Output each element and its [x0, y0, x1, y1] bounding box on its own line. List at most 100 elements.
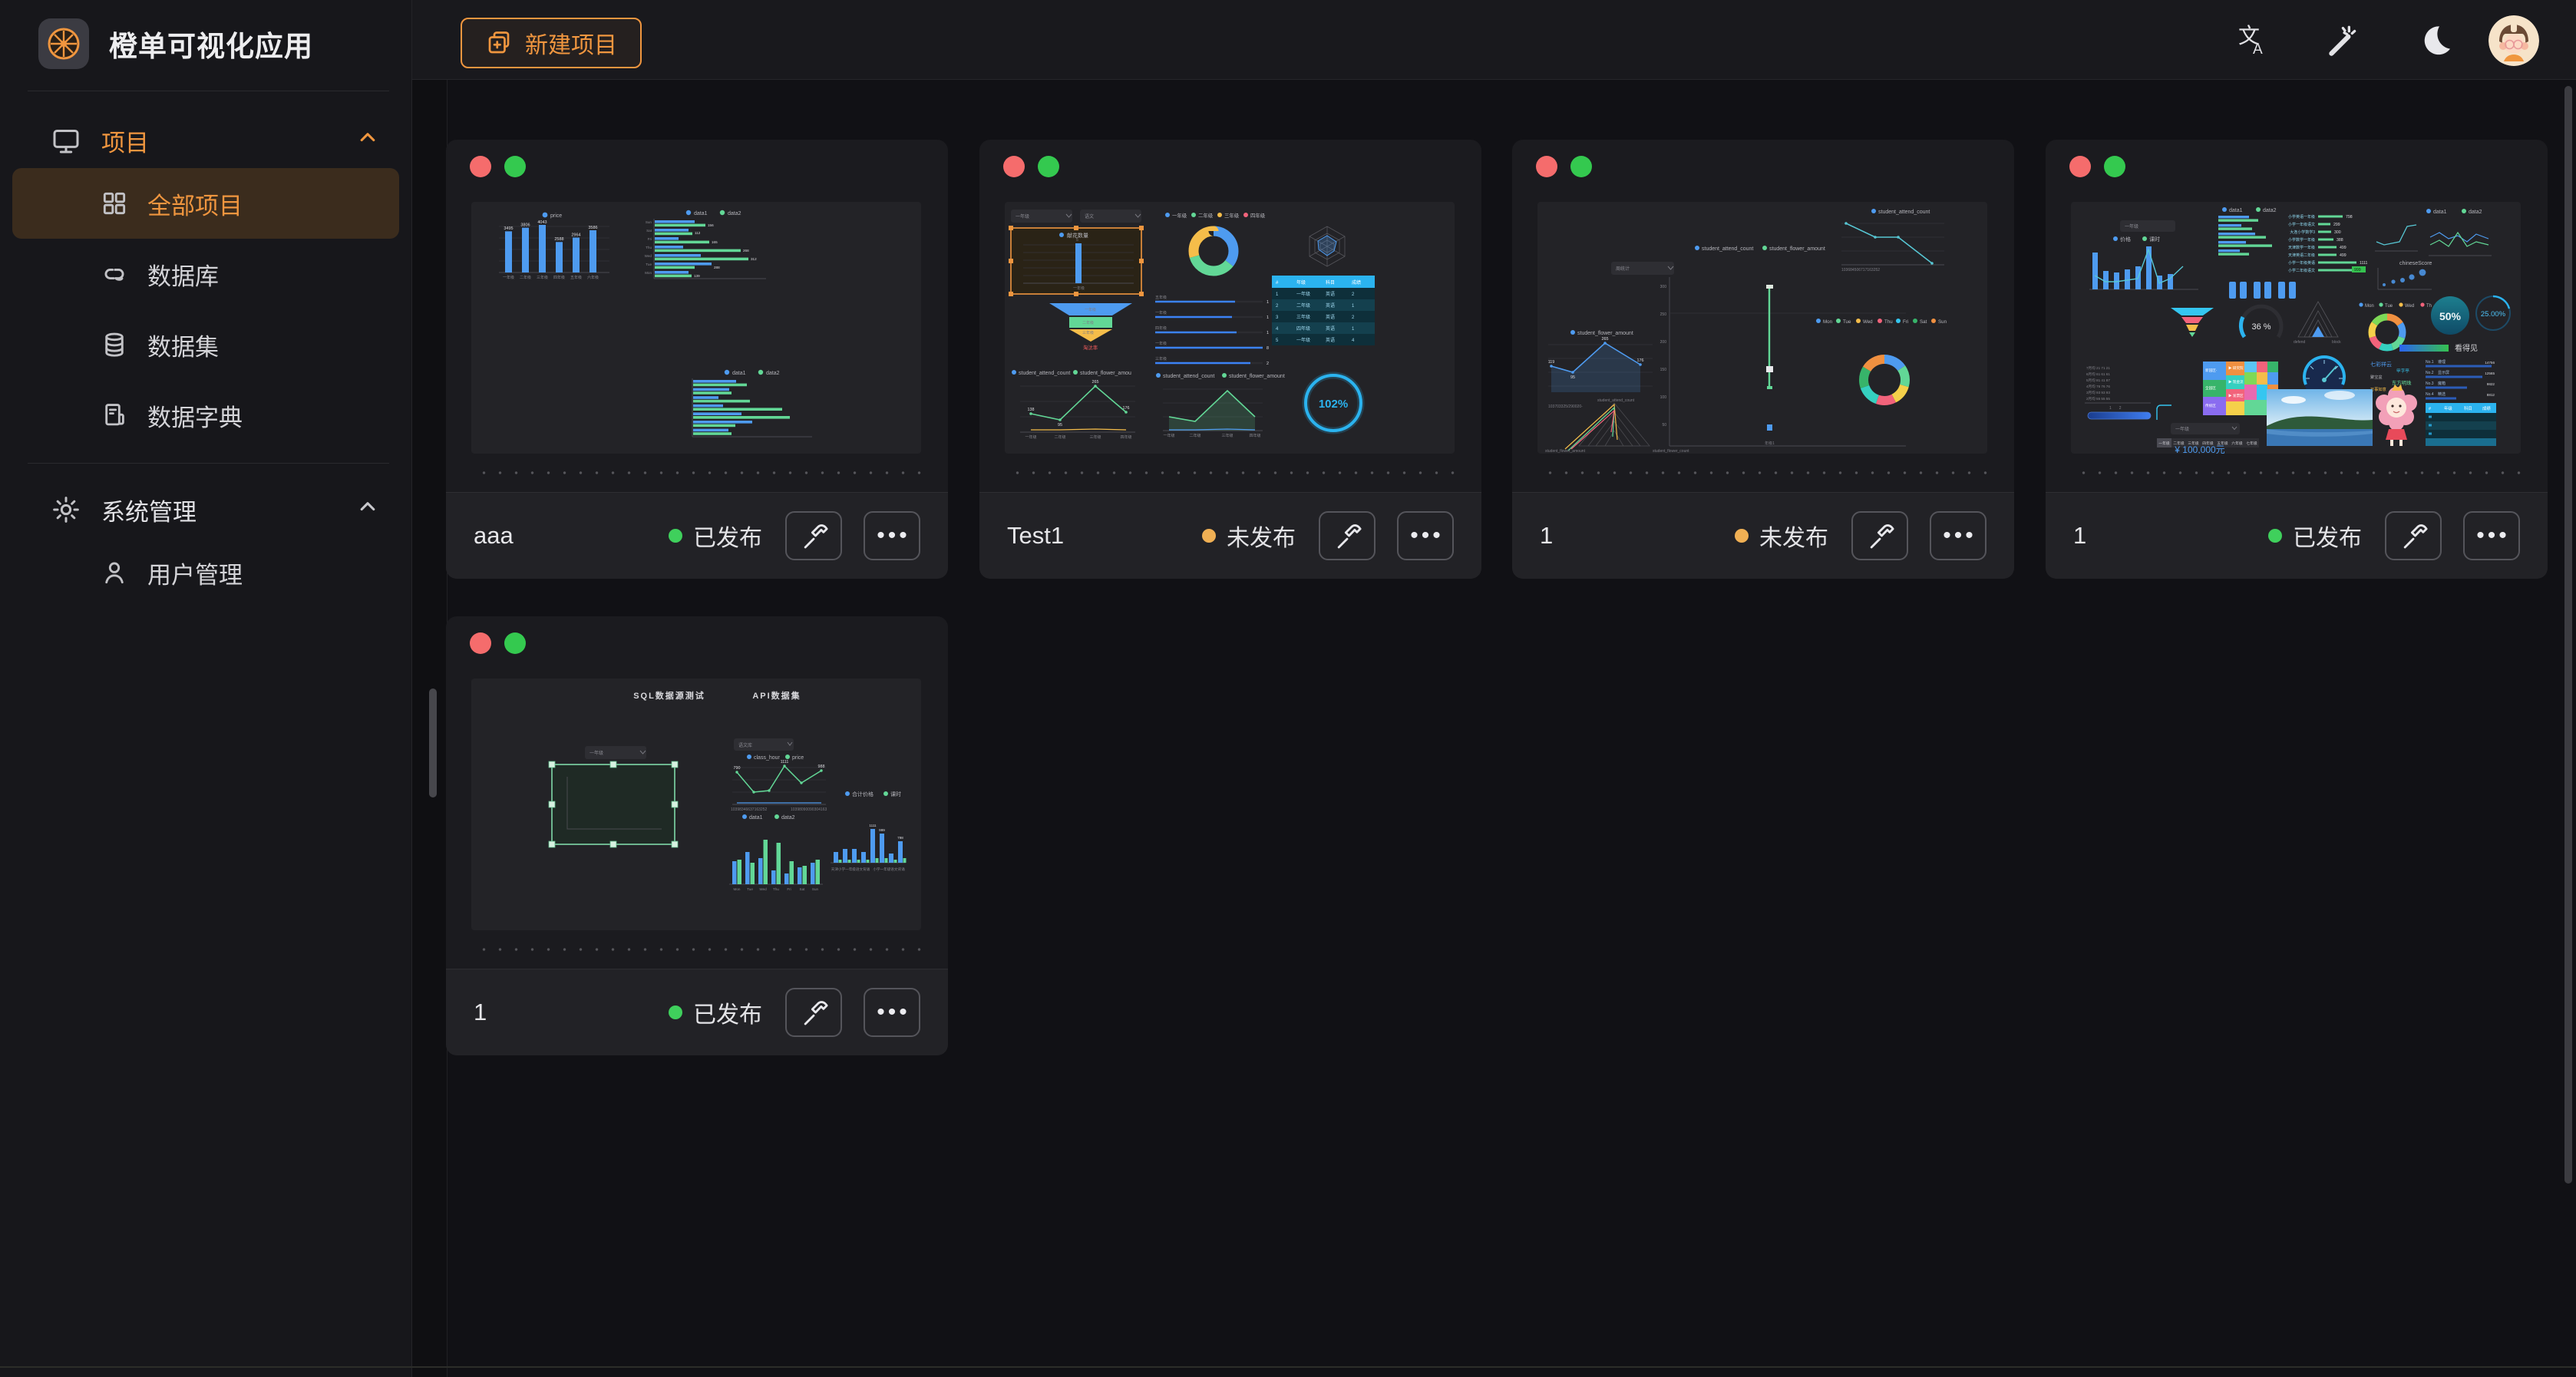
- svg-text:大连小学数学3: 大连小学数学3: [2290, 230, 2315, 235]
- sidebar-item-user-management[interactable]: 用户管理: [12, 537, 399, 608]
- svg-text:小学数学一年级: 小学数学一年级: [2288, 237, 2315, 243]
- svg-text:二年级: 二年级: [1198, 212, 1214, 219]
- green-dot-icon: [1038, 156, 1059, 177]
- svg-text:No.2: No.2: [2426, 371, 2434, 375]
- svg-text:三年级: 三年级: [1155, 356, 1167, 362]
- build-button[interactable]: [785, 511, 842, 560]
- svg-text:Wed: Wed: [2405, 304, 2414, 309]
- orange-wheel-icon: [44, 24, 84, 64]
- svg-text:price: price: [550, 213, 562, 219]
- project-card[interactable]: student_attend_count 103684506717163252 …: [1512, 140, 2014, 579]
- sidebar-group-system[interactable]: 系统管理: [0, 482, 411, 537]
- build-button[interactable]: [1319, 511, 1376, 560]
- more-button[interactable]: •••: [2463, 511, 2520, 560]
- svg-text:data1: data1: [732, 371, 746, 376]
- svg-text:语文库: 语文库: [738, 742, 752, 748]
- svg-text:798: 798: [897, 836, 903, 840]
- svg-text:10398346637163252: 10398346637163252: [731, 807, 767, 812]
- build-button[interactable]: [1851, 511, 1908, 560]
- svg-text:data2: data2: [2263, 208, 2277, 213]
- svg-text:Sat: Sat: [1920, 319, 1927, 325]
- build-button[interactable]: [2385, 511, 2442, 560]
- magic-wand-icon[interactable]: [2320, 17, 2366, 63]
- project-card[interactable]: price 349538064043258829643586 一年级二年级三年级…: [446, 140, 948, 579]
- project-name: 1: [474, 999, 669, 1026]
- grid-icon: [100, 189, 129, 218]
- project-name: Test1: [1007, 522, 1202, 550]
- svg-text:四年级: 四年级: [1250, 212, 1266, 219]
- sidebar-item-datasets[interactable]: 数据集: [12, 309, 399, 380]
- svg-text:一年级: 一年级: [1172, 212, 1187, 219]
- page-scrollbar-thumb[interactable]: [2564, 86, 2572, 1184]
- svg-text:Mon: Mon: [2365, 304, 2374, 309]
- sidebar-group-projects[interactable]: 项目: [0, 113, 411, 168]
- thumbnail-ruler-dots: [471, 471, 921, 474]
- svg-text:299: 299: [2333, 223, 2340, 227]
- red-dot-icon: [2069, 156, 2091, 177]
- svg-text:Tue: Tue: [1843, 319, 1851, 325]
- svg-text:95: 95: [1570, 375, 1575, 380]
- svg-text:4月均 76 76 76: 4月均 76 76 76: [2086, 384, 2110, 389]
- svg-text:英语: 英语: [1326, 337, 1335, 343]
- ellipsis-icon: •••: [2473, 524, 2510, 547]
- app-header: 橙单可视化应用: [0, 0, 411, 69]
- card-footer: aaa 已发布 •••: [446, 492, 948, 579]
- sidebar-item-all-projects[interactable]: 全部项目: [12, 168, 399, 239]
- more-button[interactable]: •••: [864, 511, 920, 560]
- svg-text:三年级: 三年级: [537, 275, 548, 280]
- status-badge: 未发布: [1735, 519, 1828, 553]
- red-dot-icon: [470, 632, 491, 654]
- project-name: aaa: [474, 522, 669, 550]
- svg-text:▶ 现金流: ▶ 现金流: [2228, 379, 2244, 385]
- more-button[interactable]: •••: [864, 988, 920, 1037]
- green-dot-icon: [504, 156, 526, 177]
- svg-text:Wed: Wed: [1863, 319, 1873, 325]
- sidebar-item-databases[interactable]: 数据库: [12, 239, 399, 309]
- svg-text:二年级: 二年级: [1296, 302, 1310, 309]
- moon-icon[interactable]: [2413, 17, 2459, 63]
- svg-text:defend: defend: [2294, 340, 2306, 345]
- link-icon: [100, 259, 129, 289]
- project-card[interactable]: 一年级 语文 献花数量 5 一年级 一年级 二年级 三年级 四年级: [979, 140, 1481, 579]
- svg-text:Sun: Sun: [1938, 319, 1947, 325]
- svg-text:50: 50: [1662, 423, 1666, 428]
- svg-text:student_flower_amount: student_flower_amount: [1769, 246, 1825, 252]
- svg-text:176: 176: [1637, 358, 1644, 363]
- svg-text:三年级: 三年级: [1296, 314, 1310, 320]
- svg-text:36 %: 36 %: [2251, 322, 2271, 332]
- sidebar-scrollbar-thumb[interactable]: [429, 688, 437, 797]
- sidebar-item-dictionary[interactable]: 数据字典: [12, 380, 399, 451]
- project-card[interactable]: data1 data2 data1 data2 一年级 价格 课时 小学英语一年…: [2046, 140, 2548, 579]
- project-thumbnail: data1 data2 data1 data2 一年级 价格 课时 小学英语一年…: [2071, 202, 2521, 454]
- svg-text:语文: 语文: [1085, 213, 1094, 220]
- project-card[interactable]: SQL数据源测试 API数据集 一年级 语文库 class_hour price…: [446, 616, 948, 1055]
- sidebar-item-label: 用户管理: [147, 556, 243, 590]
- more-button[interactable]: •••: [1397, 511, 1454, 560]
- svg-text:Sat: Sat: [800, 887, 806, 891]
- svg-text:312: 312: [751, 257, 757, 261]
- svg-text:年级: 年级: [1296, 279, 1306, 286]
- build-button[interactable]: [785, 988, 842, 1037]
- green-dot-icon: [1570, 156, 1592, 177]
- language-icon[interactable]: 文 A: [2229, 17, 2275, 63]
- status-dot: [669, 1006, 682, 1019]
- svg-text:六年级: 六年级: [587, 275, 599, 280]
- svg-text:790: 790: [734, 766, 741, 771]
- svg-text:9822: 9822: [2487, 382, 2495, 386]
- svg-text:student_flower_amount: student_flower_amount: [1577, 331, 1633, 336]
- svg-text:聚宝盆: 聚宝盆: [2370, 374, 2383, 380]
- new-project-button[interactable]: 新建项目: [461, 18, 642, 68]
- svg-text:小学一年级英语: 小学一年级英语: [2288, 260, 2315, 266]
- svg-text:显示屏: 显示屏: [2438, 371, 2449, 375]
- user-avatar[interactable]: [2488, 15, 2539, 66]
- svg-text:万事如意: 万事如意: [2370, 386, 2386, 392]
- svg-text:五年级: 五年级: [570, 275, 582, 280]
- svg-text:150: 150: [1660, 368, 1667, 372]
- ellipsis-icon: •••: [1407, 524, 1444, 547]
- svg-text:英语: 英语: [1326, 325, 1335, 332]
- hammer-icon: [798, 520, 829, 551]
- status-dot: [1202, 529, 1216, 543]
- svg-text:年级: 年级: [2444, 405, 2452, 411]
- svg-text:95: 95: [1058, 423, 1062, 428]
- more-button[interactable]: •••: [1930, 511, 1986, 560]
